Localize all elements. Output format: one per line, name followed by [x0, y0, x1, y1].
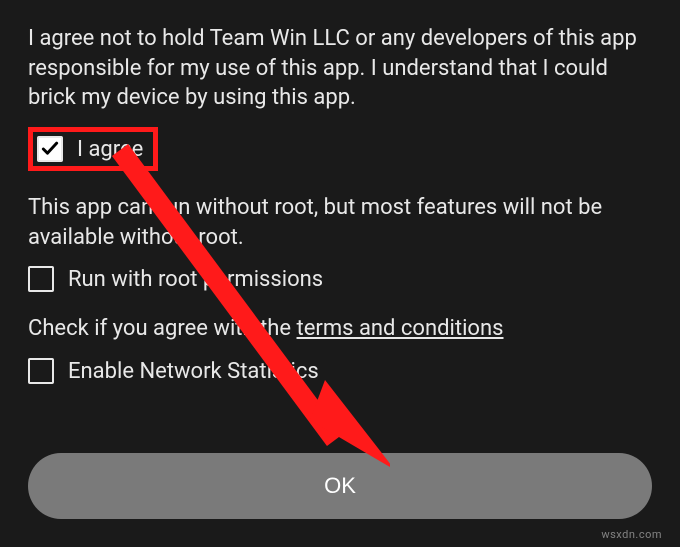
terms-link[interactable]: terms and conditions	[297, 316, 504, 341]
terms-notice-text: Check if you agree with the terms and co…	[28, 314, 652, 344]
root-row: Run with root permissions	[28, 266, 652, 292]
network-row: Enable Network Statistics	[28, 358, 652, 384]
agree-checkbox[interactable]	[37, 136, 63, 162]
agree-row: I agree	[28, 127, 652, 171]
watermark: wsxdn.com	[601, 528, 662, 541]
root-checkbox[interactable]	[28, 266, 54, 292]
disclaimer-text: I agree not to hold Team Win LLC or any …	[28, 24, 652, 113]
agree-highlight: I agree	[28, 127, 158, 171]
terms-prefix: Check if you agree with the	[28, 316, 297, 341]
check-icon	[40, 139, 60, 159]
network-label: Enable Network Statistics	[68, 359, 319, 384]
root-label: Run with root permissions	[68, 267, 323, 292]
ok-button[interactable]: OK	[28, 453, 652, 519]
root-notice-text: This app can run without root, but most …	[28, 193, 652, 252]
agree-label: I agree	[77, 137, 143, 162]
arrow-annotation	[90, 140, 390, 470]
network-checkbox[interactable]	[28, 358, 54, 384]
